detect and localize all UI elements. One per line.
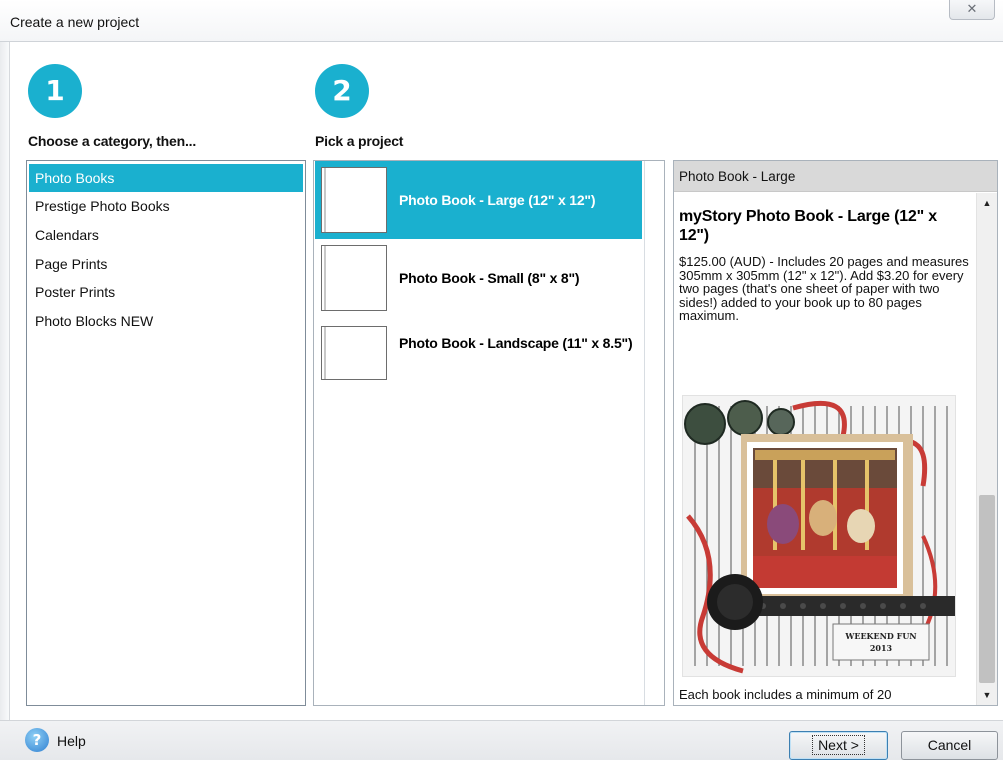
project-item-landscape[interactable]: Photo Book - Landscape (11" x 8.5") <box>315 321 642 399</box>
step-1-badge: 1 <box>28 64 82 118</box>
category-item-photo-books[interactable]: Photo Books <box>29 164 303 192</box>
scroll-down-arrow-icon[interactable]: ▼ <box>977 685 997 705</box>
svg-text:WEEKEND FUN: WEEKEND FUN <box>844 631 916 641</box>
detail-header: Photo Book - Large <box>674 161 997 192</box>
project-label: Photo Book - Small (8" x 8") <box>399 270 580 286</box>
category-item-poster-prints[interactable]: Poster Prints <box>29 278 303 307</box>
title-bar: Create a new project ✕ <box>0 0 1003 42</box>
close-icon: ✕ <box>966 1 978 16</box>
book-thumbnail-icon <box>321 326 387 380</box>
category-item-page-prints[interactable]: Page Prints <box>29 250 303 279</box>
book-thumbnail-icon <box>321 245 387 311</box>
step-2-label: Pick a project <box>315 133 404 149</box>
close-button[interactable]: ✕ <box>949 0 995 20</box>
step-2-badge: 2 <box>315 64 369 118</box>
detail-title: myStory Photo Book - Large (12" x 12") <box>679 208 937 244</box>
scrollbar-thumb[interactable] <box>979 495 995 683</box>
category-list[interactable]: Photo Books Prestige Photo Books Calenda… <box>26 160 306 706</box>
next-button[interactable]: Next > <box>789 731 888 760</box>
detail-description: $125.00 (AUD) - Includes 20 pages and me… <box>679 254 969 323</box>
detail-body: myStory Photo Book - Large (12" x 12") $… <box>674 193 977 705</box>
carousel-photo-book-illustration: WEEKEND FUN 2013 <box>683 396 955 676</box>
book-thumbnail-icon <box>321 167 387 233</box>
help-icon[interactable]: ? <box>25 728 49 752</box>
cancel-button[interactable]: Cancel <box>901 731 998 760</box>
scroll-up-arrow-icon[interactable]: ▲ <box>977 193 997 213</box>
help-link[interactable]: Help <box>57 733 86 749</box>
category-item-calendars[interactable]: Calendars <box>29 221 303 250</box>
project-item-large[interactable]: Photo Book - Large (12" x 12") <box>315 161 642 239</box>
project-detail-panel: Photo Book - Large myStory Photo Book - … <box>673 160 998 706</box>
project-list-scrollbar[interactable] <box>644 161 664 705</box>
project-item-small[interactable]: Photo Book - Small (8" x 8") <box>315 239 642 317</box>
category-item-photo-blocks[interactable]: Photo Blocks NEW <box>29 307 303 336</box>
project-label: Photo Book - Large (12" x 12") <box>399 192 596 208</box>
window-left-edge <box>0 42 10 760</box>
category-item-prestige-photo-books[interactable]: Prestige Photo Books <box>29 192 303 221</box>
project-list[interactable]: Photo Book - Large (12" x 12") Photo Boo… <box>313 160 665 706</box>
detail-scrollbar[interactable]: ▲ ▼ <box>976 193 997 705</box>
detail-footnote: Each book includes a minimum of 20 <box>679 687 892 702</box>
window-title: Create a new project <box>10 14 140 30</box>
project-label: Photo Book - Landscape (11" x 8.5") <box>399 335 633 351</box>
step-1-label: Choose a category, then... <box>28 133 197 149</box>
next-button-label: Next > <box>812 735 865 755</box>
product-preview-image: WEEKEND FUN 2013 <box>682 395 956 677</box>
svg-text:2013: 2013 <box>870 643 893 653</box>
